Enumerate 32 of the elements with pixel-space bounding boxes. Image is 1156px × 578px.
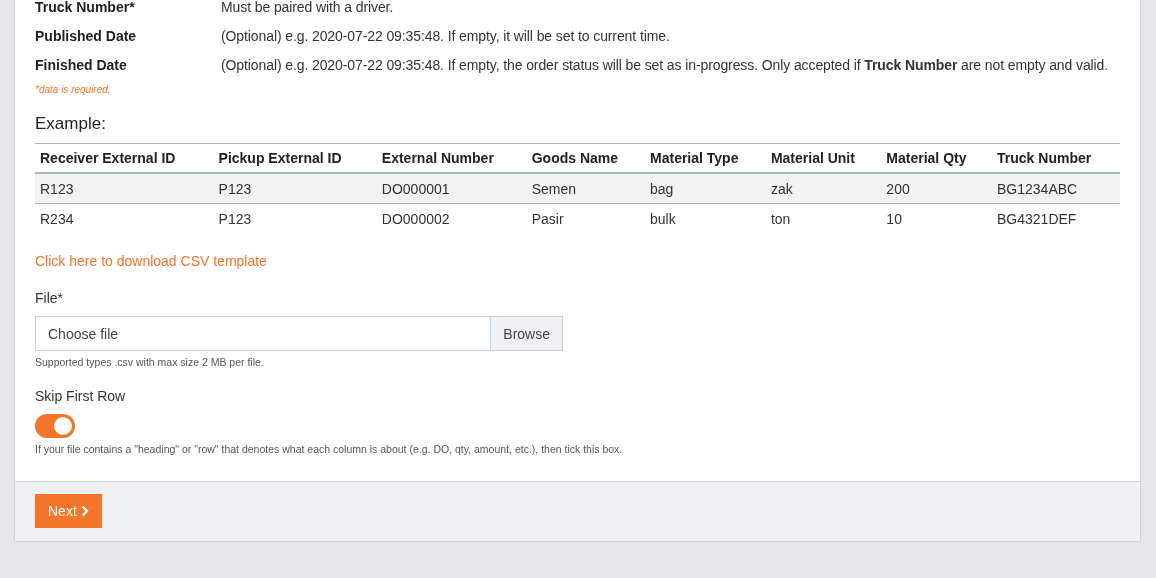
file-label: File* [35, 290, 64, 306]
table-cell: 200 [881, 173, 993, 204]
field-name: Finished Date [35, 56, 128, 75]
table-cell: P123 [213, 203, 377, 233]
table-cell: bag [645, 173, 766, 204]
table-cell: BG4321DEF [992, 203, 1120, 233]
table-cell: zak [765, 173, 882, 204]
skip-first-row-toggle[interactable] [35, 414, 75, 438]
table-cell: R234 [35, 203, 214, 233]
skip-first-row-label: Skip First Row [35, 388, 127, 404]
table-cell: BG1234ABC [992, 173, 1120, 204]
field-description: Must be paired with a driver. [221, 0, 394, 17]
table-cell: 10 [881, 203, 993, 233]
example-heading: Example: [35, 114, 107, 134]
required-note: *data is required. [35, 84, 112, 95]
table-cell: Pasir [526, 203, 645, 233]
table-cell: DO000001 [376, 173, 527, 204]
field-name: Published Date [35, 27, 138, 46]
field-description: (Optional) e.g. 2020-07-22 09:35:48. If empty, the order status will be set as in-progress. Only accepted if Truck Number are not empty and valid. [221, 56, 1109, 75]
table-cell: bulk [645, 203, 766, 233]
skip-row-help-text: If your file contains a "heading" or "row" that denotes what each column is about (e.g. DO, qty, amount, etc.), then tick this box. [35, 443, 624, 455]
table-cell: ton [765, 203, 882, 233]
file-input[interactable]: Choose file Browse [35, 316, 563, 351]
table-cell: DO000002 [376, 203, 527, 233]
table-cell: Semen [526, 173, 645, 204]
file-help-text: Supported types .csv with max size 2 MB per file. [35, 356, 265, 368]
field-description: (Optional) e.g. 2020-07-22 09:35:48. If empty, it will be set to current time. [221, 27, 670, 46]
chevron-right-icon [80, 505, 89, 517]
table-cell: R123 [35, 173, 214, 204]
field-name: Truck Number* [35, 0, 136, 17]
table-cell: P123 [213, 173, 377, 204]
browse-button[interactable]: Browse [490, 317, 562, 350]
